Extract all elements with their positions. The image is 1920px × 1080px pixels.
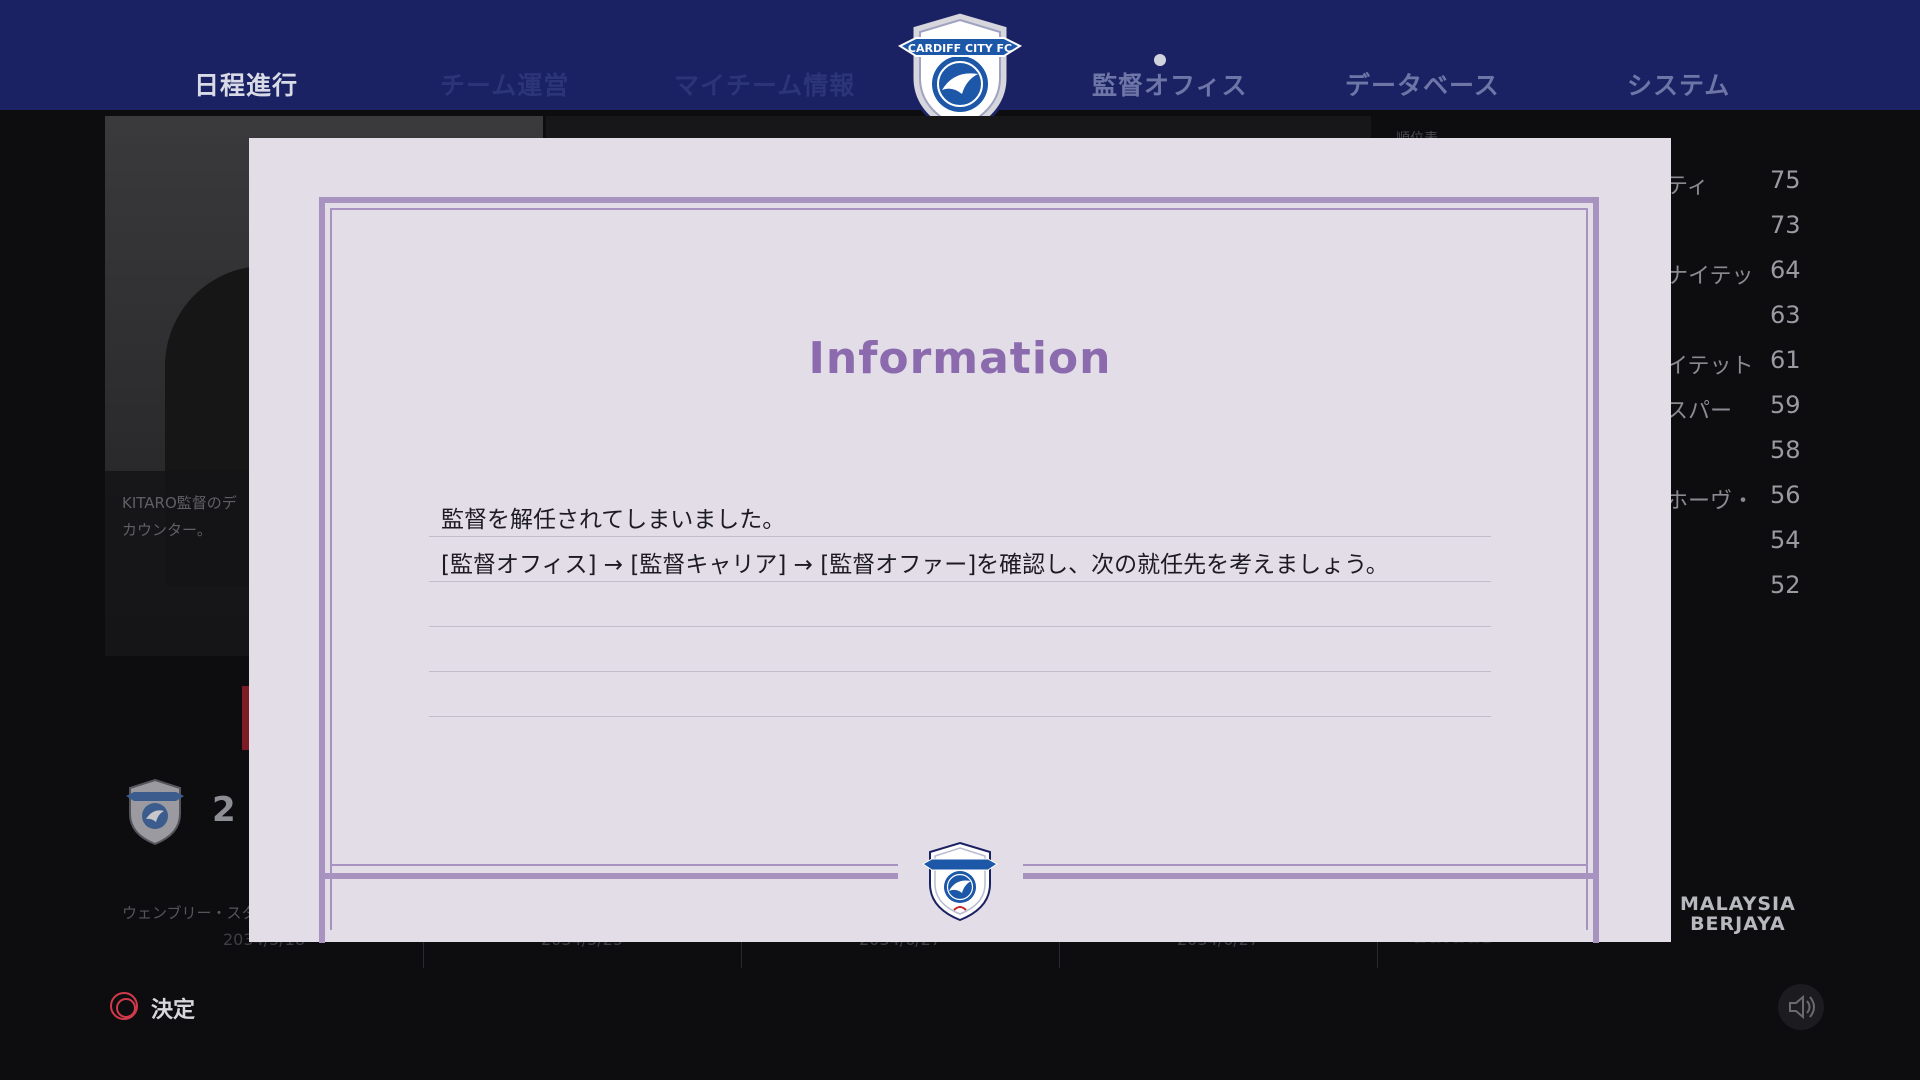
dialog-title: Information bbox=[808, 333, 1112, 384]
nav-tab-schedule[interactable]: 日程進行 bbox=[194, 66, 298, 102]
sponsor-logo: MALAYSIA BERJAYA bbox=[1680, 893, 1796, 935]
confirm-button-label[interactable]: 決定 bbox=[151, 992, 195, 1024]
standings-row: 58 bbox=[1770, 436, 1801, 464]
message-line: [監督オフィス] → [監督キャリア] → [監督オファー]を確認し、次の就任先… bbox=[429, 537, 1491, 582]
message-line bbox=[429, 627, 1491, 672]
standings-row: イテット 61 bbox=[1666, 346, 1801, 379]
circle-button-icon[interactable] bbox=[110, 992, 138, 1020]
team-crest-icon bbox=[126, 778, 184, 846]
nav-tab-manager-office[interactable]: 監督オフィス bbox=[1092, 66, 1248, 102]
standings-row: 52 bbox=[1770, 571, 1801, 599]
nav-tab-my-team-info[interactable]: マイチーム情報 bbox=[674, 66, 855, 102]
message-line bbox=[429, 582, 1491, 627]
standings-row: 54 bbox=[1770, 526, 1801, 554]
standings-row: 73 bbox=[1770, 211, 1801, 239]
nav-tab-system[interactable]: システム bbox=[1627, 66, 1730, 102]
nav-notification-dot bbox=[1154, 54, 1166, 66]
message-line bbox=[429, 672, 1491, 717]
standings-row: ナイテッ 64 bbox=[1666, 256, 1801, 289]
message-line: 監督を解任されてしまいました。 bbox=[429, 492, 1491, 537]
photo-caption: KITARO監督のデ カウンター。 bbox=[122, 494, 237, 539]
standings-row: 63 bbox=[1770, 301, 1801, 329]
match-score: 2 bbox=[212, 790, 236, 830]
nav-tab-team-management[interactable]: チーム運営 bbox=[440, 66, 569, 102]
cardiff-city-crest-icon bbox=[922, 841, 998, 922]
speaker-icon[interactable] bbox=[1778, 984, 1824, 1030]
information-dialog: Information 監督を解任されてしまいました。 [監督オフィス] → [… bbox=[249, 138, 1671, 943]
nav-tab-database[interactable]: データベース bbox=[1345, 66, 1500, 102]
standings-row: ホーヴ・ 56 bbox=[1666, 481, 1801, 514]
crest-text: CARDIFF CITY FC bbox=[908, 42, 1012, 55]
standings-row: スパー 59 bbox=[1666, 391, 1801, 424]
standings-row: ティ 75 bbox=[1666, 166, 1801, 199]
